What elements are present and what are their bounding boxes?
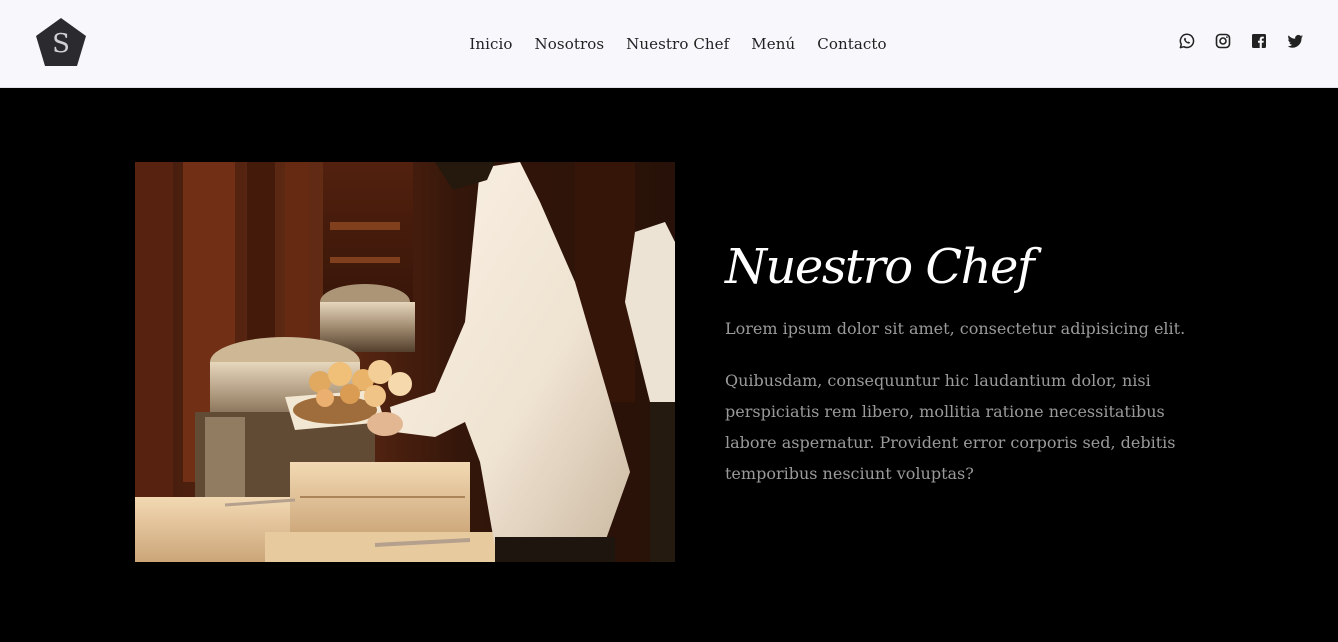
whatsapp-icon[interactable] <box>1178 32 1196 50</box>
nav-link-menu[interactable]: Menú <box>751 35 795 53</box>
site-header: S Inicio Nosotros Nuestro Chef Menú Cont… <box>0 0 1338 88</box>
chef-photo <box>135 162 675 562</box>
nav-link-inicio[interactable]: Inicio <box>469 35 512 53</box>
chef-serving-bread-image <box>135 162 675 562</box>
section-title: Nuestro Chef <box>725 239 1035 295</box>
lead-text: Lorem ipsum dolor sit amet, consectetur … <box>725 319 1186 338</box>
nav-link-nuestro-chef[interactable]: Nuestro Chef <box>626 35 729 53</box>
main-nav: Inicio Nosotros Nuestro Chef Menú Contac… <box>0 0 1338 88</box>
nav-link-contacto[interactable]: Contacto <box>817 35 886 53</box>
facebook-icon[interactable] <box>1250 32 1268 50</box>
twitter-icon[interactable] <box>1286 32 1304 50</box>
social-links <box>1178 32 1304 50</box>
body-text: Quibusdam, consequuntur hic laudantium d… <box>725 371 1176 483</box>
nav-link-nosotros[interactable]: Nosotros <box>535 35 605 53</box>
instagram-icon[interactable] <box>1214 32 1232 50</box>
chef-content: Nuestro Chef Lorem ipsum dolor sit amet,… <box>725 239 1225 489</box>
chef-section: Nuestro Chef Lorem ipsum dolor sit amet,… <box>0 89 1338 642</box>
